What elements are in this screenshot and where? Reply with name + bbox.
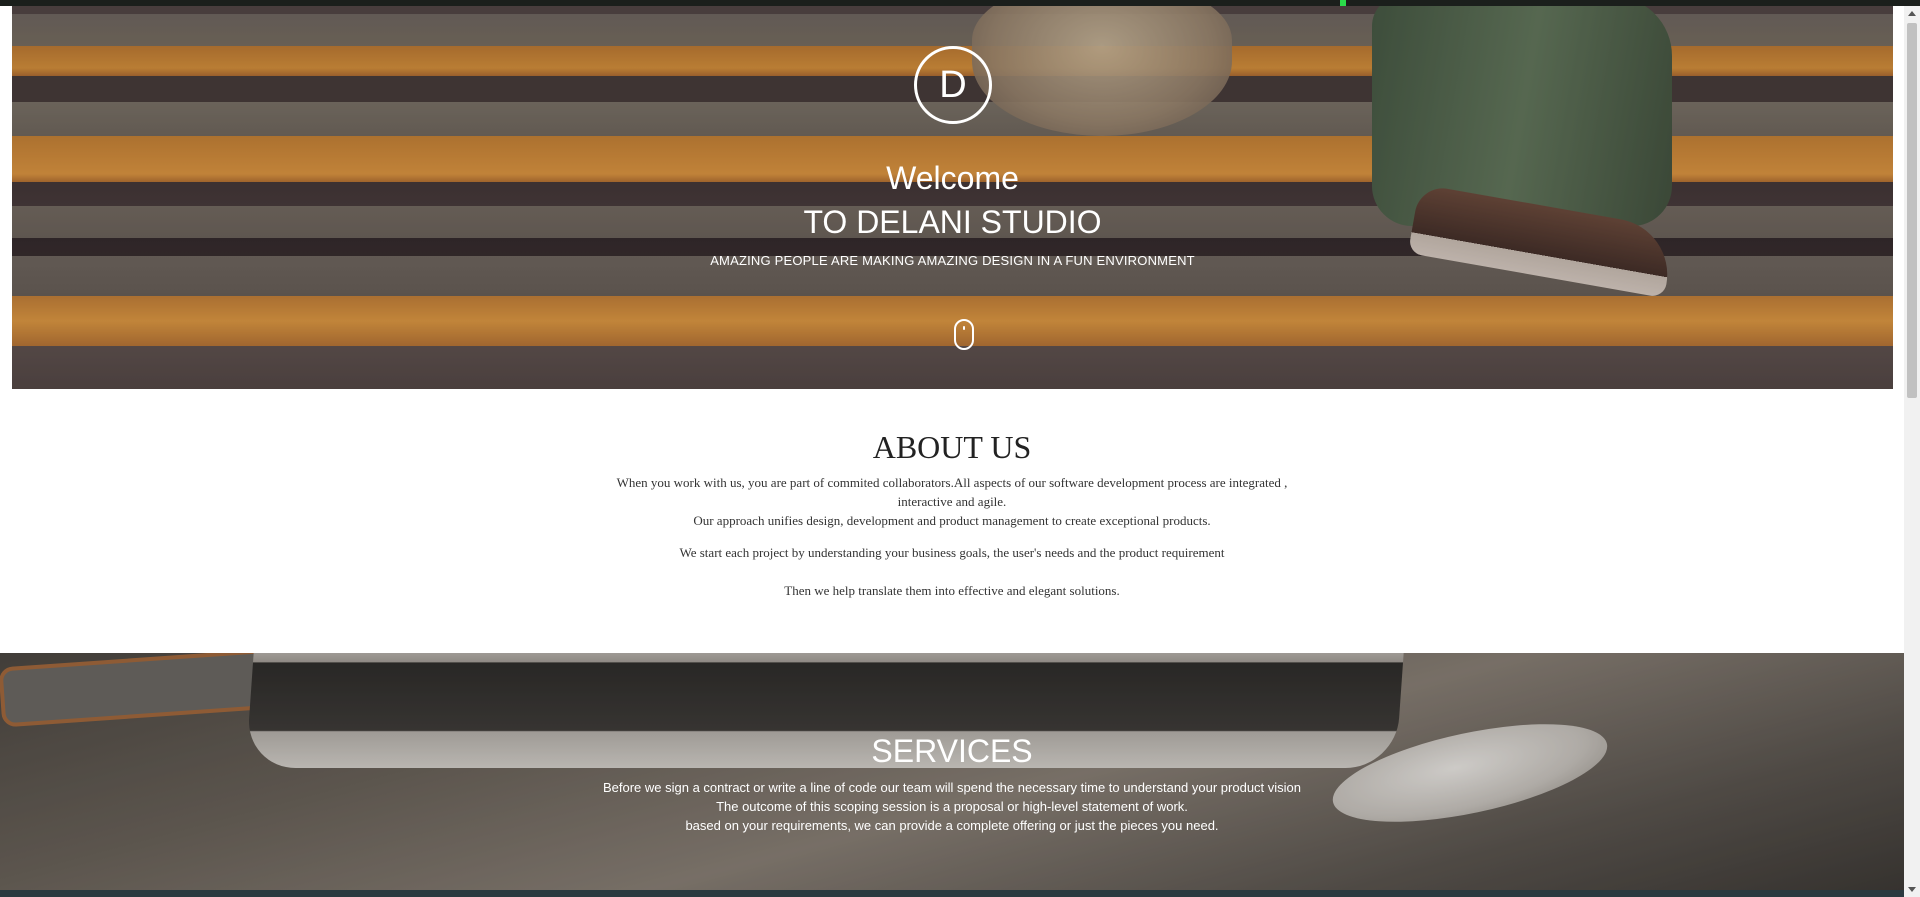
scroll-down-arrow-icon[interactable] xyxy=(1908,887,1916,892)
hero-welcome: Welcome xyxy=(886,160,1019,196)
services-line-2: The outcome of this scoping session is a… xyxy=(716,799,1188,814)
about-paragraph-2: Our approach unifies design, development… xyxy=(693,513,1211,528)
mouse-wheel xyxy=(963,326,965,330)
hero-studio-title: TO DELANI STUDIO xyxy=(803,204,1102,240)
next-section-edge xyxy=(0,890,1904,897)
hero-tagline: AMAZING PEOPLE ARE MAKING AMAZING DESIGN… xyxy=(710,253,1195,268)
about-paragraph-3: We start each project by understanding y… xyxy=(679,545,1225,560)
about-paragraph-4: Then we help translate them into effecti… xyxy=(784,583,1120,598)
about-title: ABOUT US xyxy=(872,429,1032,465)
about-section: ABOUT US When you work with us, you are … xyxy=(0,389,1904,653)
mouse-icon[interactable] xyxy=(954,319,974,350)
hero-section: D Welcome TO DELANI STUDIO AMAZING PEOPL… xyxy=(12,6,1893,389)
vertical-scrollbar[interactable] xyxy=(1904,6,1920,897)
services-section: SERVICES Before we sign a contract or wr… xyxy=(0,653,1904,890)
logo[interactable]: D xyxy=(914,46,992,124)
about-paragraph-1: When you work with us, you are part of c… xyxy=(616,475,1288,509)
services-title: SERVICES xyxy=(871,733,1033,769)
scrollbar-thumb[interactable] xyxy=(1907,23,1917,398)
logo-letter: D xyxy=(939,63,967,106)
scroll-up-arrow-icon[interactable] xyxy=(1908,11,1916,16)
services-line-1: Before we sign a contract or write a lin… xyxy=(602,780,1302,795)
services-line-3: based on your requirements, we can provi… xyxy=(685,818,1219,833)
services-overlay xyxy=(0,653,1904,890)
